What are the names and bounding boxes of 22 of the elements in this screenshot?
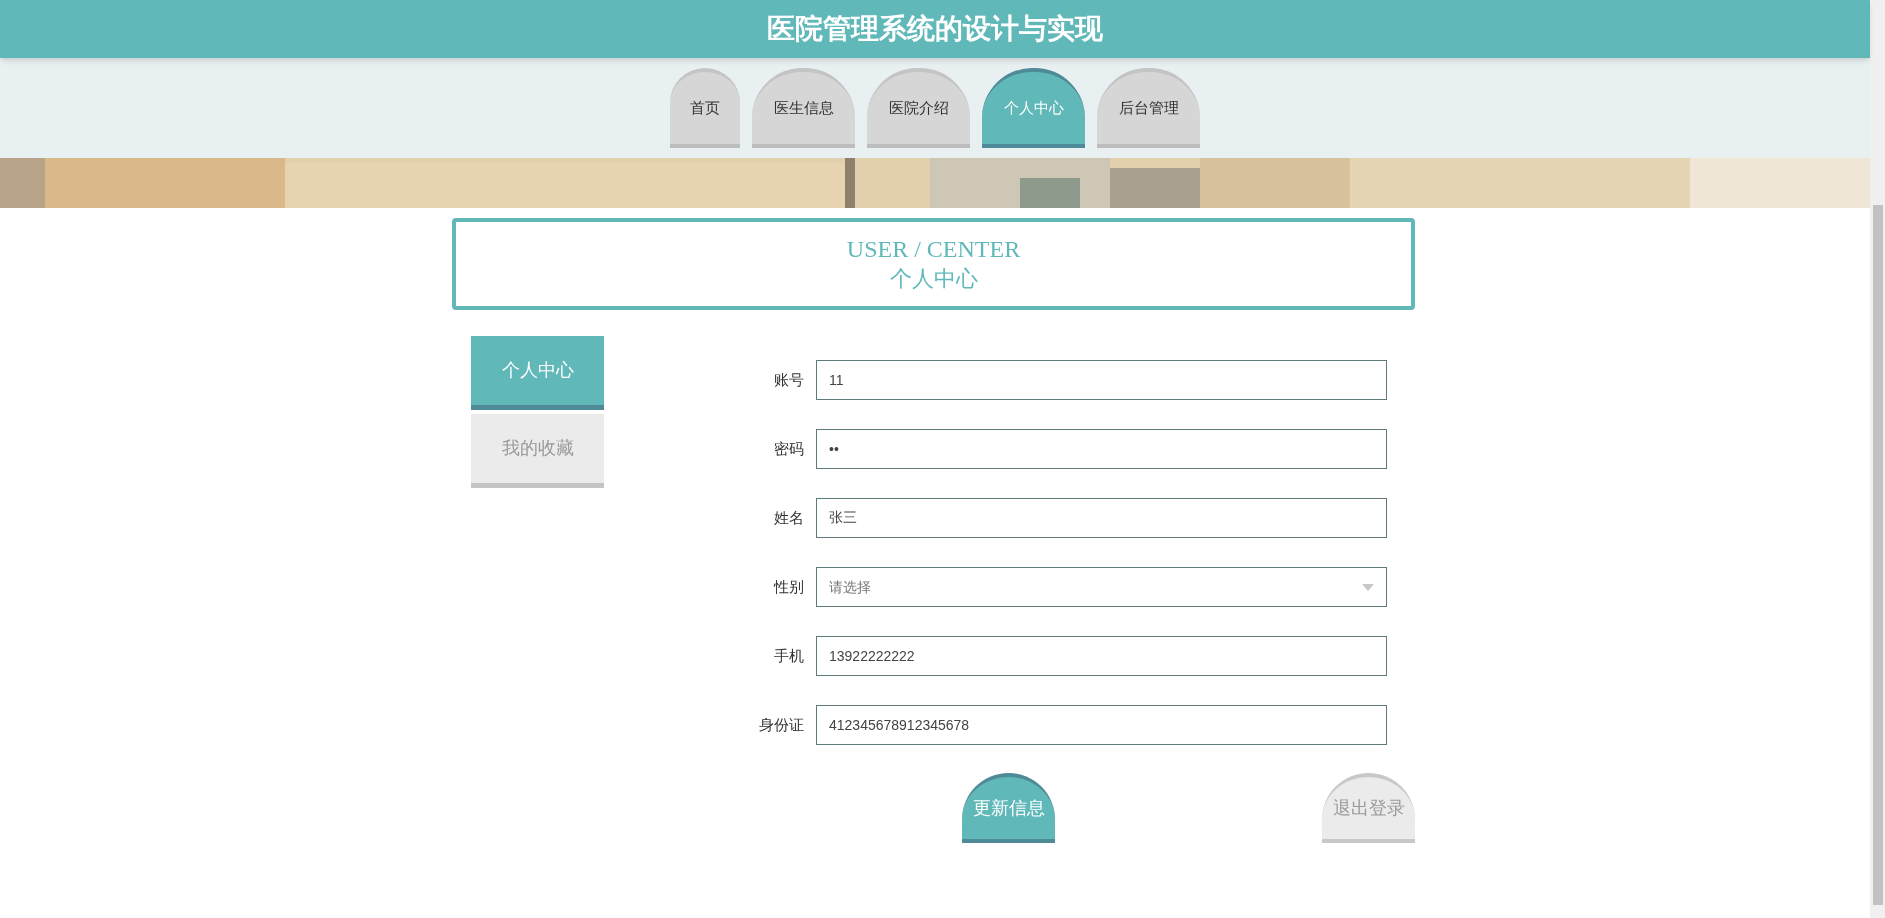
input-field[interactable]: 412345678912345678	[816, 705, 1387, 745]
nav-tab[interactable]: 医生信息	[752, 68, 855, 148]
field-label: 性别	[772, 576, 804, 597]
nav-tab[interactable]: 首页	[670, 68, 740, 148]
caret-icon	[1362, 583, 1374, 591]
field-label: 身份证	[758, 714, 804, 735]
input-field[interactable]: 张三	[816, 498, 1387, 538]
site-title: 医院管理系统的设计与实现	[767, 12, 1103, 46]
scrollbar[interactable]	[1870, 0, 1885, 918]
input-field[interactable]: 11	[816, 360, 1387, 400]
nav-tab[interactable]: 后台管理	[1097, 68, 1200, 148]
nav-tab[interactable]: 医院介绍	[867, 68, 970, 148]
select-field[interactable]: 请选择	[816, 567, 1387, 607]
field-label: 姓名	[773, 507, 804, 528]
field-label: 账号	[773, 369, 804, 390]
password-field[interactable]: ••	[816, 429, 1387, 469]
select-placeholder: 请选择	[829, 577, 871, 597]
field-label: 密码	[773, 438, 804, 459]
field-label: 手机	[773, 645, 804, 666]
input-field[interactable]: 13922222222	[816, 636, 1387, 676]
title-chinese: 个人中心	[889, 265, 978, 293]
title-english: USER / CENTER	[846, 235, 1021, 264]
